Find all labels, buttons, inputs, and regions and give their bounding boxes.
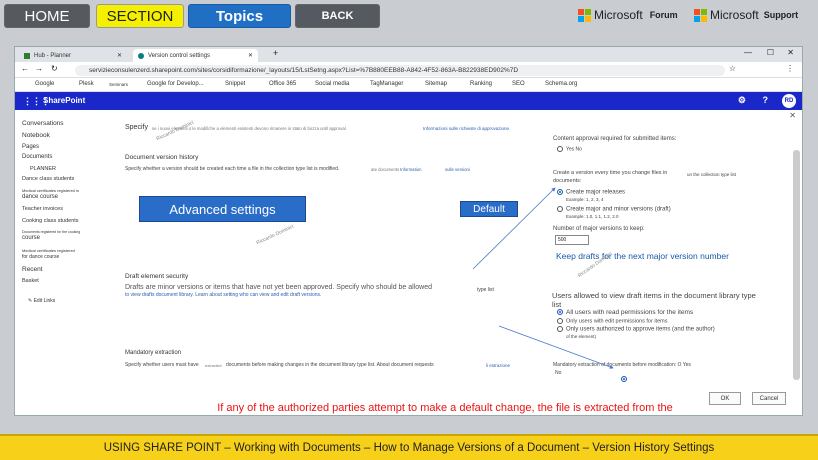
- back-arrow-icon[interactable]: ←: [21, 64, 29, 73]
- sharepoint-header: ⋮⋮⋮ SharePoint ⚙ ? RD: [15, 92, 802, 110]
- bookmark-item[interactable]: Snippet: [225, 81, 245, 87]
- address-bar: ← → ↻ servizieconsulenzerd.sharepoint.co…: [15, 62, 802, 78]
- bookmark-item[interactable]: Social media: [315, 81, 349, 87]
- back-button[interactable]: BACK: [295, 4, 380, 28]
- forward-arrow-icon[interactable]: →: [35, 64, 43, 73]
- bookmark-item[interactable]: Sitemap: [425, 81, 447, 87]
- planner-icon: [24, 52, 30, 59]
- forum-label: Forum: [649, 10, 678, 20]
- topics-button[interactable]: Topics: [188, 4, 291, 28]
- reload-icon[interactable]: ↻: [51, 64, 58, 73]
- sharepoint-icon: [138, 52, 144, 59]
- microsoft-support-link[interactable]: Microsoft Support: [694, 8, 798, 22]
- footer-banner: USING SHARE POINT – Working with Documen…: [0, 434, 818, 460]
- avatar[interactable]: RD: [782, 94, 796, 108]
- minimize-icon[interactable]: —: [744, 48, 752, 57]
- tab-label: Hub - Planner: [34, 52, 72, 59]
- star-icon[interactable]: ☆: [729, 64, 736, 73]
- microsoft-logo-icon: [578, 8, 591, 22]
- tab-hub-planner[interactable]: Hub - Planner ✕: [19, 49, 127, 62]
- bookmark-item[interactable]: Schema.org: [545, 81, 577, 87]
- window-close-icon[interactable]: ✕: [787, 48, 794, 57]
- browser-window: Hub - Planner ✕ Version control settings…: [14, 46, 803, 416]
- bookmarks-bar: Google Plesk Seminars Google for Develop…: [15, 78, 802, 92]
- settings-icon[interactable]: ⚙: [738, 95, 746, 106]
- microsoft-forum-link[interactable]: Microsoft Forum: [578, 8, 678, 22]
- microsoft-brand: Microsoft: [594, 8, 643, 22]
- tab-label: Version control settings: [148, 52, 211, 59]
- close-icon[interactable]: ✕: [248, 52, 253, 59]
- url-field[interactable]: servizieconsulenzerd.sharepoint.com/site…: [75, 65, 725, 76]
- bookmark-item[interactable]: TagManager: [370, 81, 403, 87]
- tab-version-settings[interactable]: Version control settings ✕: [133, 49, 258, 62]
- bookmark-item[interactable]: Google: [35, 81, 54, 87]
- menu-icon[interactable]: ⋮: [786, 64, 794, 73]
- bookmark-item[interactable]: Google for Develop...: [147, 81, 204, 87]
- bookmark-item[interactable]: SEO: [512, 81, 525, 87]
- arrow-to-major: [472, 187, 556, 270]
- bookmark-item[interactable]: Ranking: [470, 81, 492, 87]
- red-note: If any of the authorized parties attempt…: [217, 402, 673, 414]
- bookmark-item[interactable]: Office 365: [269, 81, 296, 87]
- page-content: ✕ Conversations Notebook Pages Documents…: [15, 110, 802, 414]
- new-tab-icon[interactable]: +: [273, 48, 278, 58]
- home-button[interactable]: HOME: [4, 4, 90, 28]
- section-button[interactable]: SECTION: [96, 4, 184, 28]
- bookmark-item[interactable]: Seminars: [109, 82, 128, 87]
- close-icon[interactable]: ✕: [117, 52, 122, 59]
- microsoft-brand: Microsoft: [710, 8, 759, 22]
- url-text: servizieconsulenzerd.sharepoint.com/site…: [89, 67, 519, 74]
- annotation-arrows: [472, 187, 614, 369]
- bookmark-item[interactable]: Plesk: [79, 81, 94, 87]
- help-icon[interactable]: ?: [763, 95, 769, 105]
- sharepoint-brand: SharePoint: [43, 96, 86, 105]
- arrow-to-mandatory: [498, 325, 614, 369]
- microsoft-logo-icon: [694, 8, 707, 22]
- maximize-icon[interactable]: ☐: [767, 48, 774, 57]
- tab-bar: Hub - Planner ✕ Version control settings…: [15, 47, 802, 62]
- support-label: Support: [763, 10, 799, 20]
